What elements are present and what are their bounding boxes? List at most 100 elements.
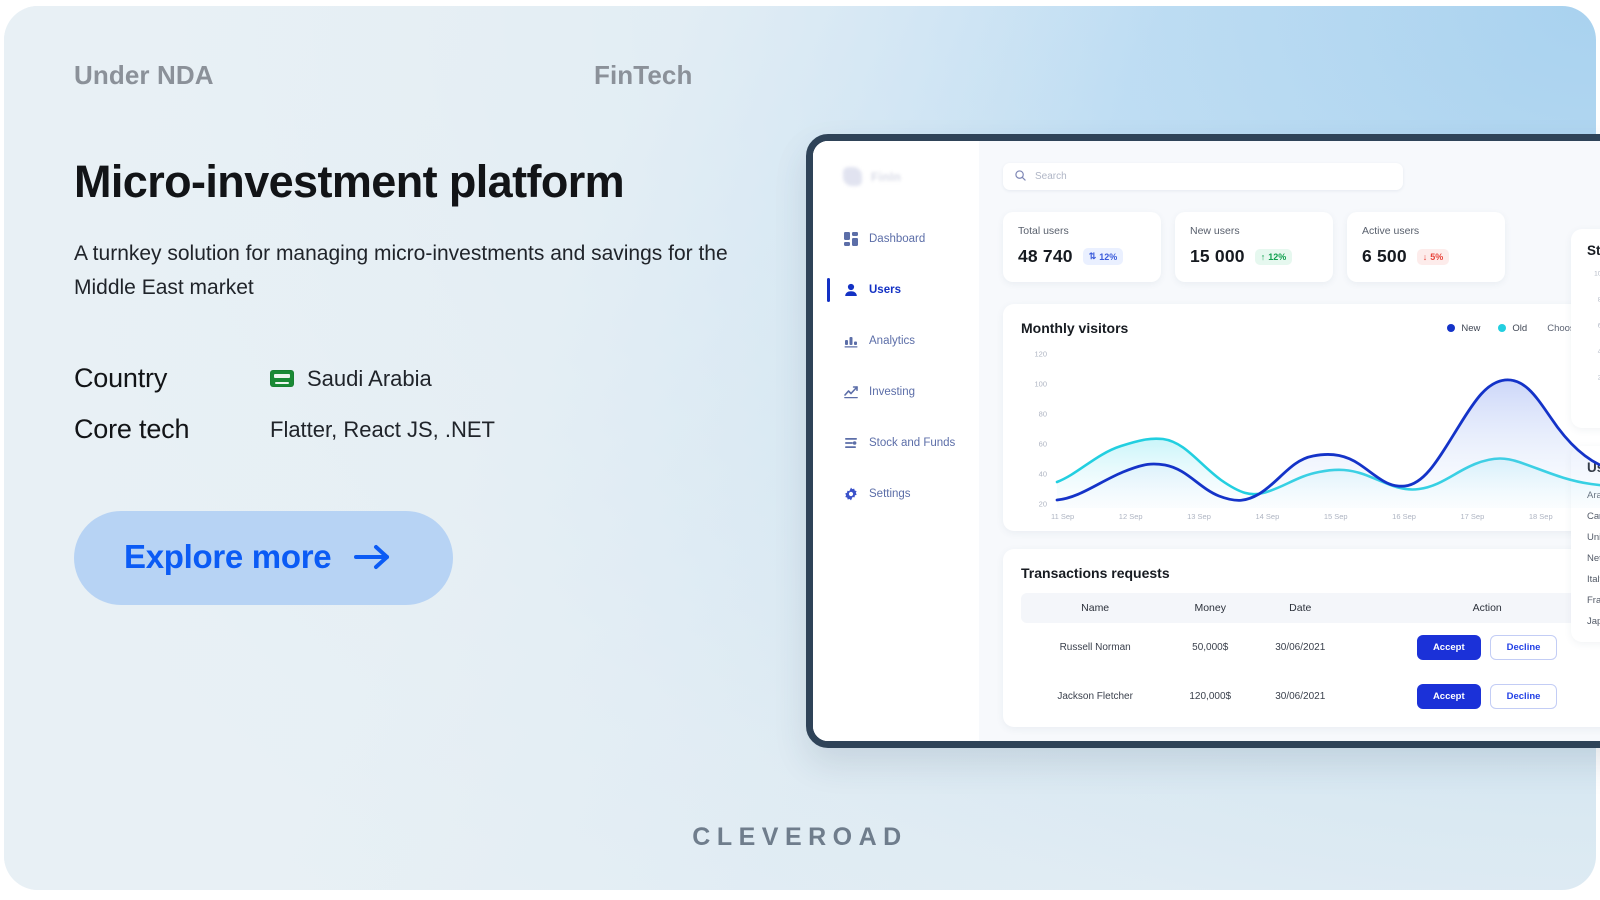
company-brand: CLEVEROAD <box>692 823 908 851</box>
user-icon <box>843 283 858 298</box>
spec-value-core-tech: Flatter, React JS, .NET <box>270 417 495 443</box>
decline-button[interactable]: Decline <box>1489 635 1558 660</box>
y-tick: 60 <box>1038 439 1047 449</box>
x-tick: 15 Sep <box>1323 512 1348 521</box>
logo-text: FinIn <box>871 169 902 184</box>
spec-value-country: Saudi Arabia <box>270 366 432 392</box>
column-header-name: Name <box>1021 593 1170 623</box>
cell-date: 30/06/2021 <box>1275 691 1326 702</box>
column-header-money: Money <box>1169 593 1252 623</box>
sidebar-label-users: Users <box>869 284 901 296</box>
y-tick: 80 <box>1038 409 1047 419</box>
transactions-title: Transactions requests <box>1021 565 1170 581</box>
sidebar-item-stock-and-funds[interactable]: Stock and Funds <box>813 424 979 462</box>
spec-row-country: Country Saudi Arabia <box>74 363 774 394</box>
eyebrow-row: Under NDA FinTech <box>74 60 774 91</box>
status-badge: ↓ 5% <box>1416 248 1450 265</box>
arrow-down-icon: ↓ <box>1422 251 1428 262</box>
stat-card-active-users: Active users 6 500 ↓ 5% <box>1347 212 1505 282</box>
monthly-visitors-panel: Monthly visitors New Old Choose 120 100 … <box>1003 304 1600 531</box>
dashboard-mockup: FinIn Dashboard Users Analytics Investin… <box>806 134 1600 748</box>
x-tick: 14 Sep <box>1255 512 1280 521</box>
transactions-table: Name Money Date Action Russell Norman 50… <box>1021 593 1600 721</box>
y-tick: 100 <box>1034 379 1047 389</box>
table-row: Russell Norman 50,000$ 30/06/2021 Accept… <box>1021 623 1600 672</box>
spec-label-core-tech: Core tech <box>74 414 190 445</box>
sidebar-label-investing: Investing <box>869 386 916 398</box>
sidebar-label-dashboard: Dashboard <box>869 233 926 245</box>
search-bar[interactable]: Search <box>1003 163 1403 190</box>
chart-plot-area <box>1055 378 1600 508</box>
sidebar-item-investing[interactable]: Investing <box>813 373 979 411</box>
accept-button[interactable]: Accept <box>1416 635 1481 660</box>
x-tick: 12 Sep <box>1118 512 1143 521</box>
statistic-title: Statistic o <box>1587 243 1600 258</box>
sidebar-item-users[interactable]: Users <box>813 271 979 309</box>
stat-card-total-users: Total users 48 740 ⇅ 12% <box>1003 212 1161 282</box>
sidebar-item-analytics[interactable]: Analytics <box>813 322 979 360</box>
logo-mark-icon <box>843 167 862 186</box>
spec-label-country: Country <box>74 363 168 394</box>
stat-value: 15 000 <box>1190 246 1245 266</box>
column-header-date: Date <box>1251 593 1350 623</box>
industry-label: FinTech <box>594 60 693 90</box>
sidebar-label-analytics: Analytics <box>869 335 916 347</box>
stat-delta: 12% <box>1268 251 1287 262</box>
search-icon <box>1015 168 1026 186</box>
cell-money: 50,000$ <box>1192 642 1229 653</box>
status-badge: ↑ 12% <box>1254 248 1293 265</box>
accept-button[interactable]: Accept <box>1416 684 1481 709</box>
screenshot-root: Under NDA FinTech Micro-investment platf… <box>0 0 1600 900</box>
table-header-row: Name Money Date Action <box>1021 593 1600 623</box>
legend-dot-icon <box>1447 324 1456 332</box>
stat-label: Total users <box>1018 225 1069 237</box>
legend-item-old: Old <box>1498 323 1527 334</box>
sidebar-item-dashboard[interactable]: Dashboard <box>813 220 979 258</box>
transactions-panel: Transactions requests Name Money Date Ac… <box>1003 549 1600 727</box>
stat-value: 6 500 <box>1362 246 1407 266</box>
search-placeholder: Search <box>1035 171 1067 182</box>
stat-label: New users <box>1190 225 1240 237</box>
list-item: Netherlands <box>1587 553 1600 564</box>
statistic-chart: 100 80 60 40 20 0 0 <box>1587 268 1600 418</box>
legend-item-new: New <box>1447 323 1480 334</box>
spec-row-core-tech: Core tech Flatter, React JS, .NET <box>74 414 774 445</box>
chart-title: Monthly visitors <box>1021 320 1129 336</box>
sidebar-label-settings: Settings <box>869 488 911 500</box>
cell-name: Russell Norman <box>1059 642 1131 653</box>
legend-label: Old <box>1512 322 1528 334</box>
mock-sidebar: FinIn Dashboard Users Analytics Investin… <box>813 141 979 741</box>
page-title: Micro-investment platform <box>74 156 625 207</box>
list-item: Italy <box>1587 574 1600 585</box>
decline-button[interactable]: Decline <box>1489 684 1558 709</box>
sidebar-item-settings[interactable]: Settings <box>813 475 979 513</box>
legend-label: New <box>1461 322 1481 334</box>
y-tick: 100 <box>1594 270 1600 278</box>
stat-value: 48 740 <box>1018 246 1073 266</box>
cell-name: Jackson Fletcher <box>1057 691 1133 702</box>
gear-icon <box>843 487 858 502</box>
arrow-up-icon: ↑ <box>1260 251 1266 262</box>
arrow-right-icon <box>353 542 393 572</box>
app-logo: FinIn <box>813 167 979 186</box>
stat-label: Active users <box>1362 225 1420 237</box>
y-tick: 120 <box>1034 349 1047 359</box>
x-tick: 17 Sep <box>1460 512 1485 521</box>
x-tick: 16 Sep <box>1392 512 1416 521</box>
status-badge: ⇅ 12% <box>1082 248 1124 265</box>
y-tick: 40 <box>1038 469 1047 479</box>
monthly-visitors-chart: 120 100 80 60 40 20 11 Sep 12 Sep 13 Sep… <box>1021 346 1600 521</box>
mini-y-axis: 100 80 60 40 20 0 <box>1587 268 1600 400</box>
table-row: Jackson Fletcher 120,000$ 30/06/2021 Acc… <box>1021 672 1600 721</box>
nda-label: Under NDA <box>74 60 214 90</box>
x-tick: 18 Sep <box>1528 512 1553 521</box>
list-item: France <box>1587 595 1600 606</box>
stat-delta: 5% <box>1430 251 1444 262</box>
cell-money: 120,000$ <box>1189 691 1232 702</box>
explore-more-button[interactable]: Explore more <box>74 511 454 606</box>
page-subtitle: A turnkey solution for managing micro-in… <box>74 242 728 300</box>
country-name: Saudi Arabia <box>307 365 432 391</box>
sidebar-label-stock-and-funds: Stock and Funds <box>869 437 956 449</box>
legend-dot-icon <box>1498 324 1507 332</box>
x-axis-labels: 11 Sep 12 Sep 13 Sep 14 Sep 15 Sep 16 Se… <box>1051 512 1600 521</box>
